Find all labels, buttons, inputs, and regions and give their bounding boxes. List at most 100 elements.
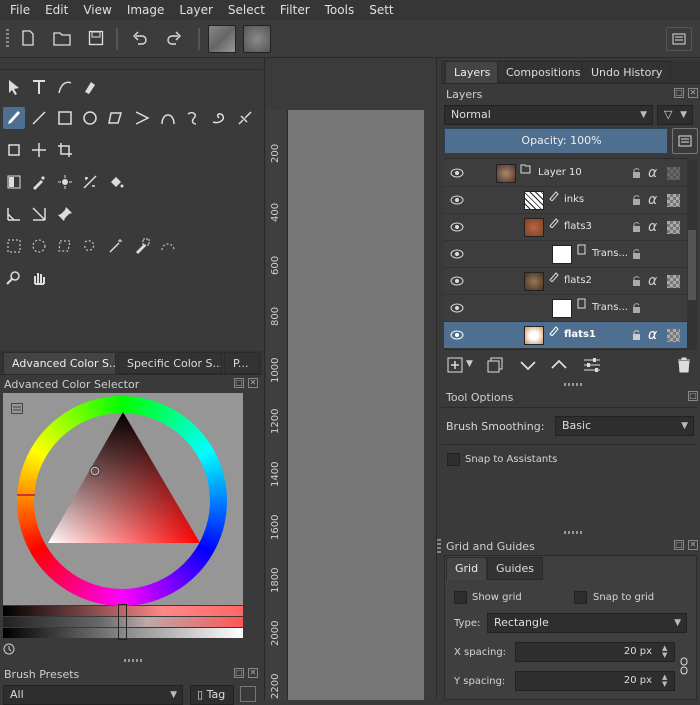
- polygon-tool-icon[interactable]: [105, 107, 127, 129]
- calligraphy-tool-icon[interactable]: [79, 76, 101, 98]
- lock-icon[interactable]: [632, 303, 641, 313]
- layer-row[interactable]: Trans...: [444, 295, 687, 322]
- y-spacing-stepper-icon[interactable]: ▲ ▼: [662, 674, 667, 688]
- delete-layer-icon[interactable]: [677, 357, 691, 373]
- select-shapes-tool-icon[interactable]: [3, 76, 25, 98]
- lock-icon[interactable]: [632, 249, 641, 259]
- inherit-alpha-icon[interactable]: [667, 167, 680, 180]
- gradient-tool-icon[interactable]: [3, 171, 25, 193]
- chevron-down-icon[interactable]: ▼: [466, 359, 473, 369]
- eye-icon[interactable]: [450, 329, 464, 341]
- undo-icon[interactable]: [130, 28, 150, 48]
- rect-selection-tool-icon[interactable]: [3, 235, 25, 257]
- layers-scrollbar-thumb[interactable]: [688, 230, 696, 300]
- y-spacing-input[interactable]: 20 px: [515, 671, 675, 691]
- fill-pattern-swatch[interactable]: [243, 25, 271, 53]
- move-layer-down-icon[interactable]: [519, 357, 537, 373]
- tab-undo-history[interactable]: Undo History: [582, 61, 672, 83]
- layer-row[interactable]: flats3 α: [444, 214, 687, 241]
- x-spacing-input[interactable]: 20 px: [515, 642, 675, 662]
- rectangle-tool-icon[interactable]: [54, 107, 76, 129]
- tab-layers[interactable]: Layers: [445, 61, 500, 83]
- close-docker-icon[interactable]: ✕: [248, 378, 258, 388]
- docker-menu-icon[interactable]: [666, 27, 692, 51]
- close-grid-docker-icon[interactable]: ✕: [688, 540, 698, 550]
- layer-filter-button[interactable]: ▽ ▼: [657, 105, 693, 125]
- show-grid-checkbox[interactable]: [454, 591, 467, 604]
- zoom-tool-icon[interactable]: [3, 267, 25, 289]
- ellipse-selection-tool-icon[interactable]: [28, 235, 50, 257]
- alpha-lock-icon[interactable]: α: [648, 327, 657, 343]
- duplicate-layer-icon[interactable]: [487, 357, 503, 373]
- lock-icon[interactable]: [632, 168, 641, 178]
- float-tool-options-icon[interactable]: □: [688, 391, 698, 401]
- polyline-tool-icon[interactable]: [131, 107, 153, 129]
- eye-icon[interactable]: [450, 194, 464, 206]
- brush-tag-button[interactable]: ▯ Tag: [190, 685, 234, 705]
- add-layer-icon[interactable]: [447, 357, 463, 373]
- reference-pin-tool-icon[interactable]: [54, 203, 76, 225]
- smart-patch-tool-icon[interactable]: [54, 171, 76, 193]
- bezier-curve-tool-icon[interactable]: [157, 107, 179, 129]
- move-tool-icon[interactable]: [28, 139, 50, 161]
- layer-row[interactable]: flats2 α: [444, 268, 687, 295]
- perspective-grid-tool-icon[interactable]: [28, 203, 50, 225]
- inherit-alpha-icon[interactable]: [667, 221, 680, 234]
- close-layers-icon[interactable]: ✕: [688, 88, 698, 98]
- float-grid-docker-icon[interactable]: □: [674, 540, 684, 550]
- open-folder-icon[interactable]: [52, 28, 72, 48]
- panel-splitter[interactable]: [564, 531, 582, 534]
- magic-wand-tool-icon[interactable]: [105, 235, 127, 257]
- ellipse-tool-icon[interactable]: [79, 107, 101, 129]
- panel-splitter[interactable]: [564, 383, 582, 386]
- blend-mode-select[interactable]: Normal ▼: [444, 105, 653, 125]
- tab-compositions[interactable]: Compositions: [497, 61, 590, 83]
- freehand-brush-tool-icon[interactable]: [3, 107, 25, 129]
- bezier-selection-tool-icon[interactable]: [157, 235, 179, 257]
- alpha-lock-icon[interactable]: α: [648, 192, 657, 208]
- line-tool-icon[interactable]: [28, 107, 50, 129]
- lock-icon[interactable]: [632, 195, 641, 205]
- tab-palette[interactable]: P...: [224, 352, 260, 374]
- multibrush-tool-icon[interactable]: [234, 107, 256, 129]
- freehand-path-tool-icon[interactable]: [182, 107, 204, 129]
- tab-grid[interactable]: Grid: [446, 557, 488, 580]
- lock-icon[interactable]: [632, 222, 641, 232]
- layer-row[interactable]: inks α: [444, 187, 687, 214]
- layer-row[interactable]: Layer 10 α: [444, 160, 687, 187]
- menu-settings[interactable]: Sett: [359, 0, 398, 20]
- crop-tool-icon[interactable]: [54, 139, 76, 161]
- similar-color-selection-tool-icon[interactable]: [131, 235, 153, 257]
- tab-specific-color-selector[interactable]: Specific Color S...: [118, 352, 222, 374]
- eye-icon[interactable]: [450, 302, 464, 314]
- crop-transform-tool-icon[interactable]: [3, 139, 25, 161]
- fill-gradient-swatch[interactable]: [208, 25, 236, 53]
- brush-smoothing-select[interactable]: Basic ▼: [555, 416, 694, 436]
- alpha-lock-icon[interactable]: α: [648, 165, 657, 181]
- float-layers-icon[interactable]: □: [674, 88, 684, 98]
- lock-icon[interactable]: [632, 276, 641, 286]
- tab-advanced-color-selector[interactable]: Advanced Color S...: [3, 352, 116, 374]
- brush-tag-filter-select[interactable]: All ▼: [3, 685, 183, 705]
- toolbar-grip[interactable]: [6, 29, 9, 49]
- lock-icon[interactable]: [632, 330, 641, 340]
- pan-tool-icon[interactable]: [28, 267, 50, 289]
- new-document-icon[interactable]: [18, 28, 38, 48]
- float-docker-icon[interactable]: □: [234, 378, 244, 388]
- menu-filter[interactable]: Filter: [270, 0, 315, 20]
- tab-guides[interactable]: Guides: [487, 557, 544, 580]
- docker-grip[interactable]: [437, 539, 441, 553]
- color-history-icon[interactable]: [3, 643, 15, 655]
- menu-tools[interactable]: Tools: [315, 0, 360, 20]
- dynamic-brush-tool-icon[interactable]: [208, 107, 230, 129]
- panel-splitter[interactable]: [124, 659, 142, 662]
- save-icon[interactable]: [86, 28, 106, 48]
- layer-row[interactable]: Trans...: [444, 241, 687, 268]
- eye-icon[interactable]: [450, 275, 464, 287]
- float-brush-docker-icon[interactable]: □: [234, 668, 244, 678]
- menu-select[interactable]: Select: [218, 0, 270, 20]
- color-selector-settings-icon[interactable]: [11, 403, 23, 414]
- chain-link-icon[interactable]: [680, 657, 688, 675]
- inherit-alpha-icon[interactable]: [667, 329, 680, 342]
- text-tool-icon[interactable]: [28, 76, 50, 98]
